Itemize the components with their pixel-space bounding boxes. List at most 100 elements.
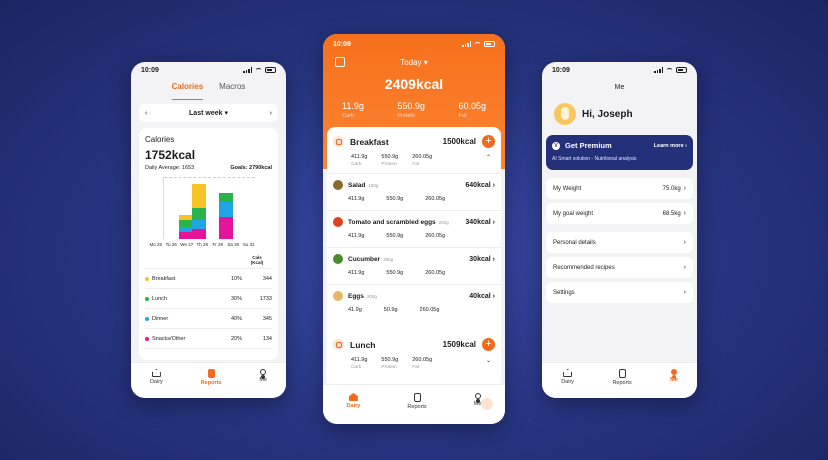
- avatar[interactable]: [554, 103, 576, 125]
- reports-screen: 10:09 Calories Macros ‹ Last week ▾ › Ca…: [131, 62, 286, 398]
- item-label: My goal weight: [553, 210, 594, 217]
- bar-segment: [192, 228, 207, 239]
- food-protein: 50.9g: [383, 307, 398, 313]
- x-tick-label: Mo 25: [149, 242, 162, 247]
- tab-calories[interactable]: Calories: [171, 82, 204, 100]
- user-icon: [670, 369, 677, 375]
- tab-reports[interactable]: Reports: [612, 369, 632, 386]
- chevron-right-icon: ›: [492, 218, 495, 226]
- meal-kcal: 134: [262, 335, 272, 342]
- food-quantity: 200g: [366, 293, 377, 299]
- learn-more-link[interactable]: Learn more ›: [654, 143, 687, 149]
- meal-name: Lunch: [350, 339, 376, 350]
- food-item[interactable]: Eggs 200g 40kcal › 41.9g 50.9g 260.05g: [327, 284, 501, 321]
- prev-period-button[interactable]: ‹: [145, 110, 147, 117]
- item-value: 68.5kg: [662, 210, 681, 217]
- settings-item-my-goal-weight[interactable]: My goal weight 68.5kg ›: [546, 203, 693, 224]
- protein-label: Protein: [397, 113, 415, 119]
- status-time: 10:09: [333, 40, 351, 48]
- add-food-button[interactable]: +: [482, 135, 495, 148]
- report-icon: [413, 393, 421, 402]
- signal-icon: [654, 67, 663, 73]
- calories-card: Calories 1752kcal Daily Average: 1653 Go…: [139, 128, 278, 360]
- chevron-right-icon: ›: [492, 255, 495, 263]
- premium-subtitle: AI Smart solution - Nutritional analysis: [552, 156, 637, 162]
- meal-name: Breakfast: [152, 275, 176, 282]
- period-dropdown[interactable]: Last week ▾: [189, 109, 228, 117]
- report-icon: [618, 369, 626, 378]
- bar-segment: [218, 193, 233, 203]
- protein-value: 550.9g: [381, 154, 399, 160]
- bottom-tab-bar: Dairy Reports Me: [323, 384, 505, 424]
- bar-stack[interactable]: [218, 193, 233, 239]
- report-type-tabs: Calories Macros: [131, 82, 286, 100]
- tab-dairy[interactable]: Dairy: [347, 393, 360, 409]
- status-time: 10:09: [141, 66, 159, 74]
- tab-me[interactable]: Me: [670, 369, 678, 383]
- meal-name: Snacks/Other: [152, 335, 186, 342]
- period-selector: ‹ Last week ▾ ›: [139, 104, 278, 122]
- settings-item-recommended-recipes[interactable]: Recommended recipes ›: [546, 257, 693, 278]
- premium-banner[interactable]: V Get Premium Learn more › AI Smart solu…: [546, 135, 693, 170]
- food-fat: 260.05g: [419, 307, 440, 313]
- settings-item-settings[interactable]: Settings ›: [546, 282, 693, 303]
- bar-stack[interactable]: [179, 215, 194, 239]
- next-period-button[interactable]: ›: [270, 110, 272, 117]
- food-item[interactable]: Tomato and scrambled eggs 200g 340kcal › 41…: [327, 210, 501, 247]
- greeting: Hi, Joseph: [582, 108, 633, 120]
- meal-kcal: 1733: [259, 295, 272, 302]
- premium-title: Get Premium: [565, 141, 612, 150]
- calendar-icon[interactable]: [335, 57, 345, 67]
- floating-action-button[interactable]: [481, 398, 493, 410]
- tab-me[interactable]: Me: [259, 369, 267, 383]
- x-tick-label: Sa 30: [227, 242, 240, 247]
- expand-chevron-icon[interactable]: ⌄: [486, 357, 491, 364]
- tab-label: Dairy: [561, 379, 575, 385]
- breakfast-card: Breakfast 1500kcal + 411.9g Carb 550.9g Pr…: [327, 127, 501, 359]
- meal-kcal: 1500kcal: [442, 137, 476, 146]
- meal-breakdown-table: Cals (Kcal) Breakfast 10% 344 Lunch 30% 1733 D…: [145, 255, 272, 349]
- food-protein: 550.9g: [386, 233, 404, 239]
- profile-screen: 10:09 Me Hi, Joseph V Get Premium Learn …: [542, 62, 697, 398]
- bar-stack[interactable]: [192, 184, 207, 239]
- meal-color-dot: [145, 296, 149, 301]
- tab-label: Me: [670, 377, 678, 383]
- signal-icon: [462, 41, 471, 47]
- tab-dairy[interactable]: Dairy: [561, 369, 574, 385]
- food-name: Tomato and scrambled eggs: [348, 218, 436, 226]
- meal-kcal: 345: [262, 315, 272, 322]
- settings-item-personal-details[interactable]: Personal details ›: [546, 232, 693, 253]
- chart-x-axis: Mo 25 Tu 26 We 27 Th 28 Fr 29 Sa 30 Su 31: [148, 242, 272, 247]
- meal-color-dot: [145, 316, 149, 321]
- wifi-icon: [666, 67, 673, 73]
- tab-macros[interactable]: Macros: [219, 82, 245, 100]
- food-carb: 41.9g: [348, 307, 362, 313]
- meal-percent: 10%: [230, 275, 242, 282]
- tab-label: Reports: [200, 380, 222, 386]
- user-header: Hi, Joseph: [542, 103, 697, 125]
- food-item[interactable]: Cucumber 200g 30kcal › 411.9g 550.9g 260.05g: [327, 247, 501, 284]
- report-icon: [207, 369, 215, 378]
- tab-dairy[interactable]: Dairy: [150, 369, 163, 385]
- goal-line: [164, 177, 255, 178]
- food-item[interactable]: Salad 150g 640kcal › 411.9g 550.9g 260.05g: [327, 173, 501, 210]
- x-tick-label: Tu 26: [165, 242, 177, 247]
- food-thumbnail: [333, 254, 343, 264]
- daily-average: Daily Average: 1653: [145, 165, 195, 171]
- collapse-chevron-icon[interactable]: ⌃: [486, 154, 491, 161]
- protein-label: Protein: [381, 365, 397, 370]
- meal-percent: 40%: [230, 315, 242, 322]
- tab-label: Reports: [612, 380, 632, 386]
- tab-reports[interactable]: Reports: [407, 393, 427, 410]
- settings-item-my-weight[interactable]: My Weight 75.0kg ›: [546, 178, 693, 199]
- meal-macros: 411.9g Carb 550.9g Protein 260.05g Fat ⌄: [327, 351, 501, 370]
- date-dropdown[interactable]: Today ▾: [400, 58, 428, 67]
- add-food-button[interactable]: +: [482, 338, 495, 351]
- bar-segment: [192, 184, 207, 208]
- period-label: Last week: [189, 110, 223, 117]
- table-row: Dinner 40% 345: [145, 309, 272, 329]
- meal-name: Breakfast: [350, 136, 389, 147]
- tab-reports[interactable]: Reports: [200, 369, 222, 386]
- carb-value: 411.9g: [351, 357, 368, 363]
- bar-segment: [179, 231, 194, 239]
